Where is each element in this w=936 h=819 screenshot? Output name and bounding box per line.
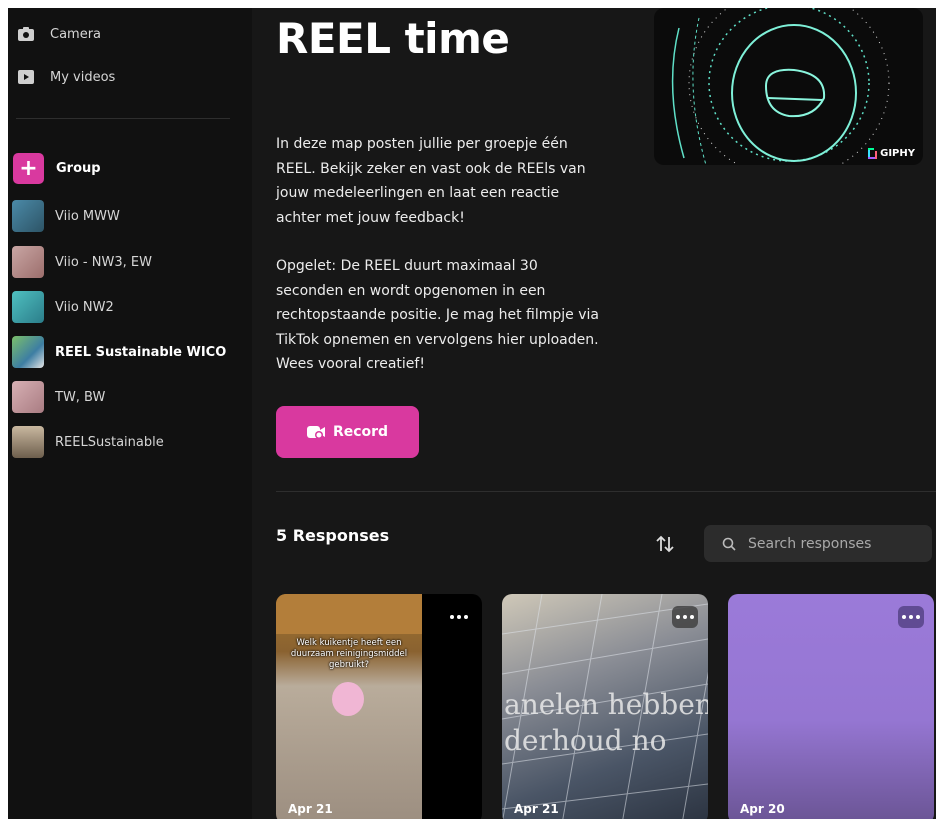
more-icon: [450, 615, 468, 619]
description-paragraph: In deze map posten jullie per groepje éé…: [276, 136, 586, 226]
group-label: Viio MWW: [55, 208, 120, 224]
sidebar-group-item[interactable]: Viio NW2: [12, 290, 114, 324]
group-label: REEL Sustainable WICO: [55, 344, 227, 360]
app-window: Camera My videos + Group Viio MWW Viio -…: [8, 8, 936, 819]
record-label: Record: [332, 424, 389, 440]
giphy-graphic: [671, 8, 890, 165]
door-background: [276, 594, 422, 634]
more-icon: [676, 615, 694, 619]
group-thumbnail: [12, 291, 44, 323]
video-icon: [16, 67, 36, 87]
group-thumbnail: [12, 246, 44, 278]
group-label: Viio NW2: [55, 299, 114, 315]
more-options-button[interactable]: [672, 606, 698, 628]
giphy-badge: GIPHY: [868, 148, 915, 159]
sort-icon: [656, 535, 674, 553]
group-label: Viio - NW3, EW: [55, 254, 152, 270]
main-content: REEL time GIPHY In deze map posten julli…: [252, 8, 936, 819]
sidebar-group-item-active[interactable]: REEL Sustainable WICO: [12, 335, 226, 369]
search-icon: [722, 537, 736, 551]
sidebar-group-item[interactable]: TW, BW: [12, 380, 105, 414]
group-thumbnail: [12, 200, 44, 232]
response-card[interactable]: anelen hebben derhoud no Apr 21: [502, 594, 708, 819]
content-divider: [276, 491, 936, 492]
video-caption: Welk kuikentje heeft een duurzaam reinig…: [290, 638, 408, 670]
response-card[interactable]: Apr 20: [728, 594, 934, 819]
giphy-logo-icon: [868, 148, 878, 159]
description-paragraph: Opgelet: De REEL duurt maximaal 30 secon…: [276, 258, 599, 372]
more-options-button[interactable]: [898, 606, 924, 628]
page-title: REEL time: [276, 14, 510, 63]
sidebar: Camera My videos + Group Viio MWW Viio -…: [8, 8, 252, 819]
search-input[interactable]: [746, 534, 920, 553]
more-icon: [902, 615, 920, 619]
sidebar-group-item[interactable]: Viio - NW3, EW: [12, 245, 152, 279]
sidebar-group-item[interactable]: Viio MWW: [12, 199, 120, 233]
group-thumbnail: [12, 426, 44, 458]
video-thumbnail: Welk kuikentje heeft een duurzaam reinig…: [276, 594, 422, 819]
video-overlay-text: derhoud no: [504, 724, 667, 757]
add-group-label: Group: [56, 160, 101, 176]
sidebar-item-camera[interactable]: Camera: [8, 14, 101, 54]
sort-button[interactable]: [652, 531, 678, 557]
record-video-icon: [306, 426, 325, 439]
sidebar-group-item[interactable]: REELSustainable: [12, 425, 164, 459]
response-card[interactable]: Welk kuikentje heeft een duurzaam reinig…: [276, 594, 482, 819]
sidebar-item-label: My videos: [50, 69, 116, 85]
sidebar-divider: [16, 118, 230, 119]
responses-heading: 5 Responses: [276, 526, 390, 545]
camera-icon: [16, 24, 36, 44]
group-thumbnail: [12, 381, 44, 413]
sidebar-item-label: Camera: [50, 26, 102, 42]
giphy-animation: GIPHY: [654, 8, 923, 165]
plus-icon: +: [13, 152, 44, 184]
record-button[interactable]: Record: [276, 406, 419, 458]
group-label: REELSustainable: [55, 434, 164, 450]
sidebar-item-my-videos[interactable]: My videos: [8, 57, 115, 97]
chick-figure: [332, 682, 364, 716]
more-options-button[interactable]: [446, 606, 472, 628]
group-label: TW, BW: [55, 389, 106, 405]
add-group-button[interactable]: + Group: [13, 151, 101, 185]
group-thumbnail: [12, 336, 44, 368]
card-date: Apr 21: [514, 802, 559, 816]
card-date: Apr 20: [740, 802, 785, 816]
card-date: Apr 21: [288, 802, 333, 816]
video-overlay-text: anelen hebben: [504, 688, 708, 721]
search-box[interactable]: [704, 525, 932, 562]
